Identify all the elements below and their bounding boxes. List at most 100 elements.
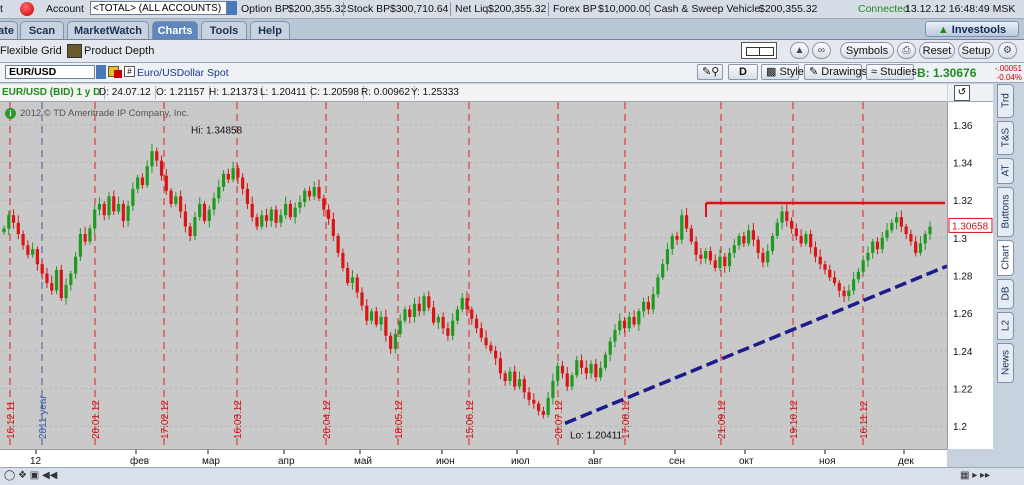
x-tick-label: июн: [436, 456, 455, 467]
candle-body: [704, 251, 708, 259]
candle-body: [732, 245, 736, 253]
candle-body: [875, 241, 880, 250]
account-select[interactable]: <TOTAL> (ALL ACCOUNTS): [90, 1, 227, 15]
period-marker-label: 20.04.12: [322, 400, 333, 439]
symbol-dropdown-icon[interactable]: [96, 65, 106, 79]
candle-body: [708, 251, 713, 261]
period-button[interactable]: D: [728, 64, 758, 80]
candle-body: [164, 175, 168, 191]
candle-body: [69, 273, 73, 285]
x-tick-label: сен: [669, 456, 685, 467]
account-dropdown-icon[interactable]: [227, 1, 237, 15]
symbols-button[interactable]: Symbols: [840, 42, 894, 59]
tab-scan[interactable]: Scan: [20, 21, 64, 39]
collapse-icon[interactable]: ↺: [954, 85, 970, 101]
alert-bell-icon[interactable]: ▲: [790, 42, 809, 59]
option-bp-label: Option BP: [241, 3, 289, 15]
reset-button[interactable]: Reset: [919, 42, 955, 59]
product-depth-icon[interactable]: [67, 44, 82, 58]
side-tab-l2[interactable]: L2: [997, 312, 1014, 340]
studies-button[interactable]: ≈ Studies: [866, 64, 917, 80]
gear-icon[interactable]: ⚙: [998, 42, 1017, 59]
tab-tools[interactable]: Tools: [201, 21, 247, 39]
candle-body: [804, 234, 808, 244]
zoom-icons[interactable]: ◯ ❖ ▣ ◀◀: [4, 470, 74, 482]
stock-bp-value: $300,710.64: [390, 3, 449, 15]
candle-body: [145, 166, 149, 186]
candle-body: [828, 269, 832, 278]
price-chart[interactable]: 16.12.11 2011 year 20.01.12 17.02.12 16.03.1…: [0, 102, 948, 449]
info-icon[interactable]: i: [5, 108, 16, 119]
candle-body: [618, 320, 622, 331]
candle-body: [255, 217, 259, 227]
candle-body: [21, 234, 25, 246]
main-tab-bar: ate Scan MarketWatch Charts Tools Help ▲…: [0, 19, 1024, 40]
candle-body: [689, 228, 693, 242]
candle-body: [31, 249, 35, 255]
side-tab-l2-label: L2: [1000, 319, 1011, 332]
tab-trade[interactable]: ate: [0, 21, 18, 39]
change-box: -.00051 -0.04%: [986, 64, 1022, 82]
candle-body: [460, 298, 464, 310]
candle-body: [360, 292, 364, 306]
candle-body: [107, 196, 111, 216]
link-icon[interactable]: ∞: [812, 42, 831, 59]
period-marker-label: 16.11.12: [859, 400, 870, 439]
clock-time: 13.12.12 16:48:49 MSK: [905, 3, 1016, 15]
tab-help[interactable]: Help: [250, 21, 290, 39]
divider: [548, 2, 549, 16]
candle-body: [565, 373, 569, 387]
zoom-controls[interactable]: ▦ ▸ ▸▸: [960, 470, 1020, 482]
candle-body: [775, 222, 779, 236]
info-open: O: 1.21157: [156, 86, 210, 99]
period-marker-label: 16.03.12: [233, 400, 244, 439]
candle-body: [675, 235, 679, 240]
x-tick-label: окт: [739, 456, 754, 467]
candle-body: [155, 151, 159, 161]
alert-icon[interactable]: [20, 2, 34, 16]
candle-body: [546, 397, 550, 415]
side-tab-trd[interactable]: Trd: [997, 84, 1014, 118]
candle-body: [780, 211, 784, 223]
price-axis[interactable]: 1.36 1.34 1.32 1.3 1.28 1.26 1.24 1.22 1.2 1.3065…: [947, 102, 993, 449]
account-bar: t Account <TOTAL> (ALL ACCOUNTS) Option …: [0, 0, 1024, 19]
drawings-button[interactable]: ✎ Drawings: [804, 64, 867, 80]
divider: [343, 2, 344, 16]
x-tick-label: ноя: [819, 456, 836, 467]
candle-body: [322, 198, 326, 210]
tab-charts[interactable]: Charts: [152, 21, 198, 39]
candle-body: [503, 373, 507, 381]
time-axis[interactable]: 12 фев мар апр май июн июл авг сен окт ноя дек: [0, 449, 947, 468]
candle-body: [813, 247, 818, 257]
candle-body: [608, 341, 612, 355]
cursor-tool-icon[interactable]: ✎⚲: [697, 64, 723, 80]
symbol-input[interactable]: EUR/USD: [5, 65, 95, 79]
side-tab-chart[interactable]: Chart: [997, 240, 1014, 276]
flexible-grid-label[interactable]: Flexible Grid: [0, 45, 62, 57]
candle-body: [140, 177, 145, 186]
side-tab-news[interactable]: News: [997, 343, 1014, 383]
tab-marketwatch[interactable]: MarketWatch: [67, 21, 149, 39]
candle-body: [260, 215, 264, 227]
product-depth-label[interactable]: Product Depth: [84, 45, 154, 57]
candle-body: [637, 311, 641, 325]
candle-body: [179, 196, 183, 212]
x-tick-label: июл: [511, 456, 530, 467]
chart-area[interactable]: 16.12.11 2011 year 20.01.12 17.02.12 16.03.1…: [0, 102, 948, 449]
candle-body: [369, 311, 374, 321]
candle-body: [818, 256, 822, 265]
candle-body: [274, 209, 278, 223]
investools-button[interactable]: ▲ Investools: [925, 21, 1019, 37]
print-icon[interactable]: ⎙: [897, 42, 916, 59]
candle-body: [303, 190, 307, 203]
style-button[interactable]: ▩ Style: [761, 64, 804, 80]
candle-body: [312, 186, 316, 197]
side-tab-at[interactable]: AT: [997, 158, 1014, 184]
hash-button[interactable]: #: [124, 66, 135, 77]
chart-scrollbar[interactable]: ◯ ❖ ▣ ◀◀ ▦ ▸ ▸▸: [0, 467, 1024, 485]
side-tab-db[interactable]: DB: [997, 279, 1014, 309]
side-tab-buttons[interactable]: Buttons: [997, 187, 1014, 237]
candle-body: [527, 392, 531, 400]
grid-layout-icon[interactable]: [741, 42, 777, 59]
setup-button[interactable]: Setup: [958, 42, 994, 59]
